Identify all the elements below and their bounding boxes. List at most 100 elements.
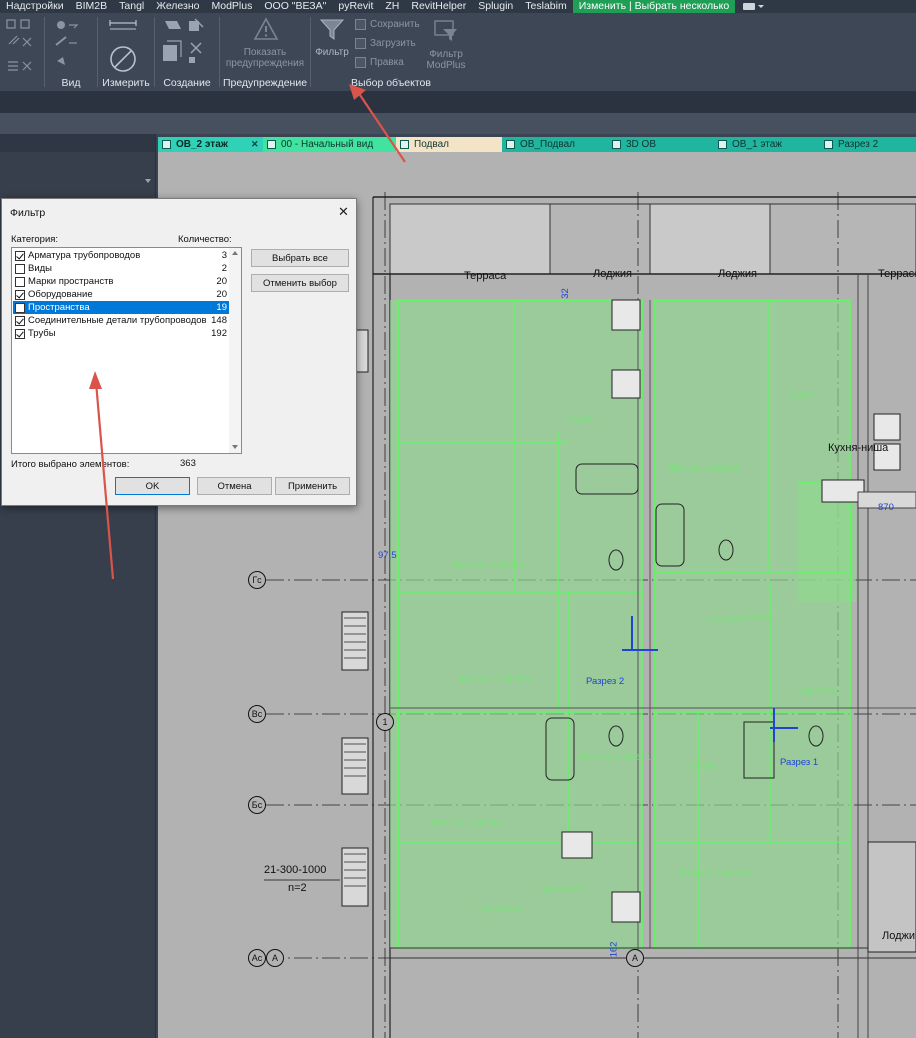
ribbon-group-label-measure: Измерить: [102, 77, 150, 89]
room-label[interactable]: Кухня: [690, 761, 717, 772]
tab-label: 00 - Начальный вид: [281, 139, 374, 150]
edit-selection-button[interactable]: Правка: [355, 57, 404, 68]
room-label[interactable]: Жилая комната: [458, 674, 530, 685]
ok-button[interactable]: OK: [115, 477, 190, 495]
room-label[interactable]: Жилая комната: [578, 752, 650, 763]
close-icon[interactable]: ✕: [251, 139, 259, 150]
ribbon-group-measure: Измерить: [98, 13, 154, 91]
tab-ov-1-floor[interactable]: ОВ_1 этаж: [714, 137, 820, 152]
room-label[interactable]: Прихожая: [538, 884, 584, 895]
room-label[interactable]: Прихожая: [476, 904, 522, 915]
drawing-label-kitchen-niche: Кухня-ниша: [828, 442, 889, 454]
category-checkbox[interactable]: [15, 328, 25, 339]
list-item[interactable]: Оборудование 20: [13, 288, 229, 301]
category-count: 148: [211, 315, 227, 326]
category-checkbox[interactable]: [15, 302, 25, 313]
category-name: Пространства: [28, 302, 90, 313]
3d-view-icon: [612, 140, 621, 149]
tab-initial-view[interactable]: 00 - Начальный вид: [263, 137, 396, 152]
ribbon-group-selection: Фильтр Сохранить Загрузить Правка Фильтр…: [311, 13, 471, 91]
room-label[interactable]: Жилая комната: [678, 868, 750, 879]
tab-ov-basement[interactable]: ОВ_Подвал: [502, 137, 608, 152]
category-checkbox[interactable]: [15, 289, 25, 300]
tab-section-2[interactable]: Разрез 2: [820, 137, 916, 152]
filter-icon[interactable]: [319, 17, 345, 41]
filter-modplus-button[interactable]: Фильтр ModPlus: [421, 49, 471, 71]
room-label[interactable]: Санузел: [706, 614, 745, 625]
menu-item-addins[interactable]: Надстройки: [0, 0, 70, 13]
menu-item-zh[interactable]: ZH: [379, 0, 405, 13]
stair-label: 21-300-1000: [264, 864, 327, 876]
category-count: 19: [216, 302, 227, 313]
deselect-button[interactable]: Отменить выбор: [251, 274, 349, 292]
menu-item-veza[interactable]: ООО "ВЕЗА": [258, 0, 332, 13]
list-item[interactable]: Арматура трубопроводов 3: [13, 249, 229, 262]
filter-button[interactable]: Фильтр: [311, 47, 353, 58]
room-label[interactable]: Кухня: [746, 612, 773, 623]
list-item[interactable]: Пространства 19: [13, 301, 229, 314]
category-list[interactable]: Арматура трубопроводов 3 Виды 2 Марки прос…: [11, 247, 242, 454]
tab-ov-2-floor[interactable]: ОВ_2 этаж ✕: [158, 137, 263, 152]
tab-label: ОВ_Подвал: [520, 139, 575, 150]
ribbon-group-modify-tools: [0, 13, 44, 91]
dim-97-5: 97,5: [378, 550, 397, 561]
room-label[interactable]: Кухня: [568, 414, 595, 425]
chevron-up-icon[interactable]: [232, 251, 238, 255]
modify-tools-icon[interactable]: [5, 18, 41, 78]
tab-basement[interactable]: Подвал: [396, 137, 502, 152]
menu-item-splugin[interactable]: Splugin: [472, 0, 519, 13]
create-tools-icon[interactable]: [159, 17, 217, 75]
camera-icon[interactable]: [743, 3, 756, 10]
list-item[interactable]: Трубы 192: [13, 327, 229, 340]
tab-3d-ov[interactable]: 3D ОВ: [608, 137, 714, 152]
menu-item-tangl[interactable]: Tangl: [113, 0, 150, 13]
list-item[interactable]: Виды 2: [13, 262, 229, 275]
room-label[interactable]: Кухня: [788, 390, 815, 401]
select-all-button[interactable]: Выбрать все: [251, 249, 349, 267]
menu-item-pyrevit[interactable]: pyRevit: [332, 0, 379, 13]
chevron-down-icon[interactable]: [758, 5, 765, 8]
room-label[interactable]: Жилая комната: [668, 463, 740, 474]
list-item[interactable]: Марки пространств 20: [13, 275, 229, 288]
category-checkbox[interactable]: [15, 250, 25, 261]
category-checkbox[interactable]: [15, 263, 25, 274]
close-icon[interactable]: ✕: [338, 204, 349, 220]
show-warnings-button[interactable]: Показать предупреждения: [220, 47, 310, 69]
total-selected-label: Итого выбрано элементов:: [11, 459, 130, 470]
menu-item-teslabim[interactable]: Teslabim: [519, 0, 572, 13]
menu-item-modify-select-multiple[interactable]: Изменить | Выбрать несколько: [572, 0, 736, 13]
axis-marker-vs: Вс: [248, 705, 266, 723]
category-checkbox[interactable]: [15, 276, 25, 287]
menu-item-modplus[interactable]: ModPlus: [206, 0, 259, 13]
menu-item-zhelezno[interactable]: Железно: [150, 0, 205, 13]
save-icon: [355, 19, 366, 30]
category-name: Трубы: [28, 328, 56, 339]
list-scrollbar[interactable]: [229, 248, 241, 453]
chevron-down-icon[interactable]: [145, 179, 151, 183]
ribbon-group-label-warning: Предупреждение: [222, 77, 308, 89]
room-label[interactable]: Жилая комната: [430, 818, 502, 829]
save-selection-button[interactable]: Сохранить: [355, 19, 420, 30]
load-selection-button[interactable]: Загрузить: [355, 38, 416, 49]
menu-item-revithelper[interactable]: RevitHelper: [405, 0, 472, 13]
category-name: Оборудование: [28, 289, 93, 300]
view-tabs-bar: ОВ_2 этаж ✕ 00 - Начальный вид Подвал ОВ_…: [158, 137, 916, 152]
section-1-label[interactable]: Разрез 1: [780, 757, 818, 768]
chevron-down-icon[interactable]: [232, 445, 238, 449]
menu-item-bim2b[interactable]: BIM2B: [70, 0, 114, 13]
measure-icon[interactable]: [106, 17, 148, 75]
view-tools-icon[interactable]: [51, 17, 95, 73]
floor-plan-icon: [400, 140, 409, 149]
apply-button[interactable]: Применить: [275, 477, 350, 495]
axis-marker-a-bottom: А: [626, 949, 644, 967]
tab-label: ОВ_2 этаж: [176, 139, 228, 150]
room-label[interactable]: Коридор: [798, 686, 838, 697]
cancel-button[interactable]: Отмена: [197, 477, 272, 495]
list-item[interactable]: Соединительные детали трубопроводов 148: [13, 314, 229, 327]
filter-modplus-icon: [434, 20, 457, 41]
ribbon-menu-bar: Надстройки BIM2B Tangl Железно ModPlus О…: [0, 0, 916, 13]
warning-icon: [253, 17, 279, 40]
category-checkbox[interactable]: [15, 315, 25, 326]
room-label[interactable]: Жилая комната: [452, 560, 524, 571]
section-2-label[interactable]: Разрез 2: [586, 676, 624, 687]
